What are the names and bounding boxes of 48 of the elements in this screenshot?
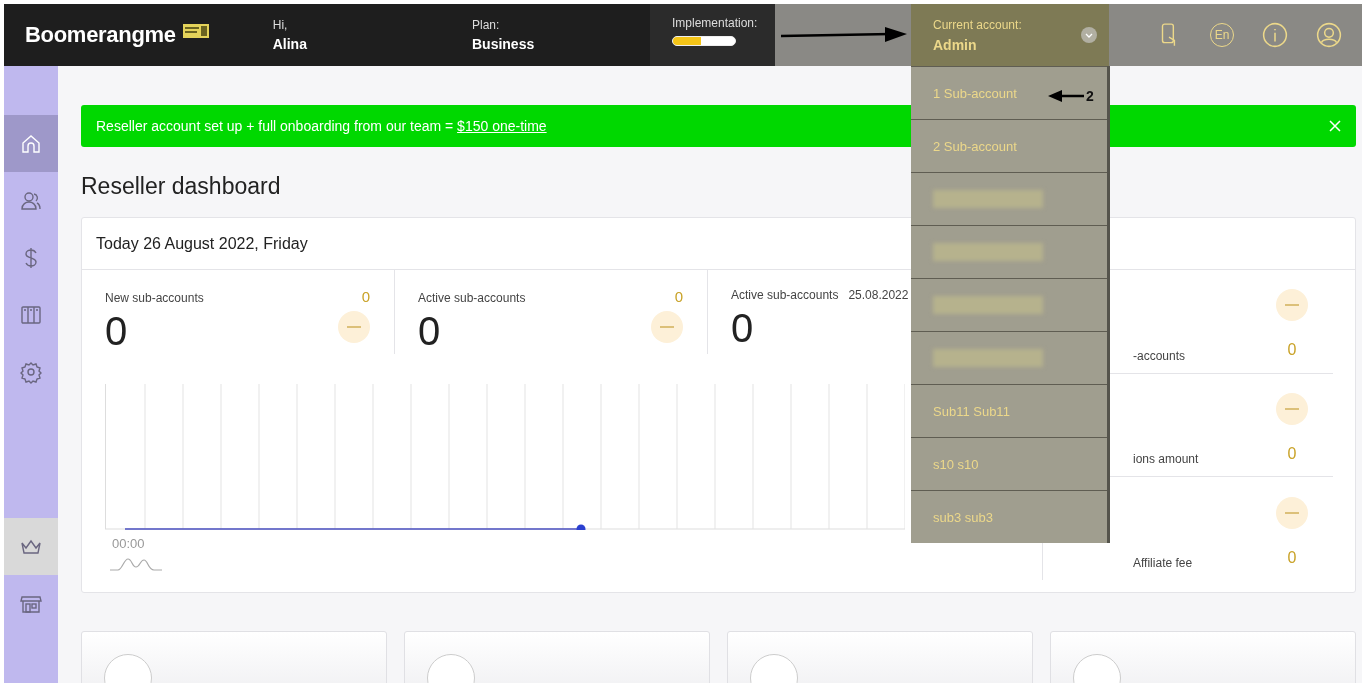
plan-name: Business bbox=[471, 36, 535, 52]
minus-icon bbox=[651, 311, 683, 343]
annotation-label: 2 bbox=[1086, 88, 1094, 104]
minus-icon bbox=[1276, 393, 1308, 425]
chevron-down-icon[interactable] bbox=[1081, 27, 1097, 43]
menu-item[interactable]: sub3 sub3 bbox=[911, 490, 1107, 543]
wave-icon bbox=[110, 555, 162, 571]
sidebar-item[interactable] bbox=[4, 115, 58, 172]
page-title: Reseller dashboard bbox=[81, 173, 281, 200]
metric-value: 0 bbox=[1287, 445, 1297, 463]
minus-icon bbox=[1276, 289, 1308, 322]
stat-change: 0 bbox=[674, 288, 683, 305]
account-name: Admin bbox=[933, 36, 978, 53]
metric-value: 0 bbox=[1287, 548, 1297, 567]
metric-label: Affiliate fee bbox=[1133, 556, 1193, 572]
annotation-arrow bbox=[1048, 89, 1084, 103]
date-heading: Today 26 August 2022, Friday bbox=[96, 234, 308, 253]
time-label: 00:00 bbox=[112, 536, 145, 551]
price-link[interactable]: $150 one-time bbox=[457, 118, 547, 134]
stat-change: 0 bbox=[361, 288, 370, 305]
account-label: Current account: bbox=[933, 17, 1023, 32]
info-icon[interactable] bbox=[1262, 22, 1288, 48]
implementation-label: Implementation: bbox=[672, 16, 759, 30]
close-icon[interactable] bbox=[1329, 120, 1341, 132]
plan-label: Plan: bbox=[471, 18, 501, 32]
metric-label: ions amount bbox=[1133, 452, 1199, 469]
greeting-label: Hi, bbox=[272, 18, 289, 32]
minus-icon bbox=[338, 311, 370, 343]
stat-label: New sub-accounts bbox=[105, 291, 204, 305]
sidebar-item[interactable] bbox=[4, 518, 58, 575]
banner-text: Reseller account set up + full onboarding from our team = $150 one-time bbox=[96, 118, 548, 134]
stat-value: 0 bbox=[731, 308, 755, 352]
stat-date: 25.08.2022 bbox=[848, 288, 909, 302]
user-name: Alina bbox=[272, 36, 307, 52]
menu-item[interactable]: Sub11 Sub11 bbox=[911, 384, 1107, 437]
stat-value: 0 bbox=[105, 311, 129, 354]
stat-value: 0 bbox=[418, 311, 442, 354]
ticket-icon bbox=[182, 24, 209, 38]
metric-label: -accounts bbox=[1133, 348, 1186, 365]
logo-text: Boomerangme bbox=[25, 22, 176, 48]
menu-item[interactable]: 2 Sub-account bbox=[911, 119, 1107, 172]
account-selector[interactable]: Current account: Admin bbox=[911, 4, 1109, 66]
metric-value: 0 bbox=[1287, 341, 1297, 360]
menu-item[interactable]: s10 s10 bbox=[911, 437, 1107, 490]
stat-label: Active sub-accounts bbox=[731, 288, 839, 302]
stat-label: Active sub-accounts bbox=[418, 291, 526, 305]
user-icon[interactable] bbox=[1316, 22, 1342, 48]
minus-icon bbox=[1276, 496, 1308, 529]
